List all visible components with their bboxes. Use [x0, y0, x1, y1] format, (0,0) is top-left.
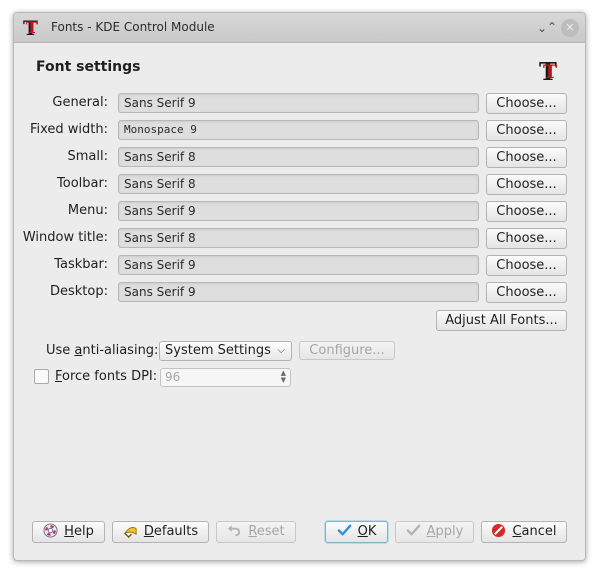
font-label-fixed-width: Fixed width:: [29, 122, 108, 137]
font-row-small: Small: Sans Serif 8 Choose...: [14, 147, 585, 168]
force-dpi-checkbox[interactable]: [34, 369, 49, 384]
help-label: elp: [73, 524, 94, 539]
ok-label: K: [367, 524, 377, 539]
font-label-desktop: Desktop:: [50, 284, 108, 299]
font-row-menu: Menu: Sans Serif 9 Choose...: [14, 201, 585, 222]
font-label-menu: Menu:: [67, 203, 108, 218]
antialiasing-label: Use anti-aliasing:: [46, 341, 158, 361]
defaults-button[interactable]: Defaults: [112, 521, 209, 543]
kde-window: T T Fonts - KDE Control Module ⌄ ⌃ ✕ Fon…: [13, 12, 586, 561]
font-row-fixed-width: Fixed width: Monospace 9 Choose...: [14, 120, 585, 141]
reset-label: eset: [256, 524, 285, 539]
font-field-small[interactable]: Sans Serif 8: [118, 147, 479, 167]
fonts-logo-icon: T T: [539, 57, 557, 83]
configure-button[interactable]: Configure...: [299, 341, 395, 360]
apply-button[interactable]: Apply: [395, 521, 474, 543]
svg-text:T: T: [26, 18, 38, 37]
font-label-toolbar: Toolbar:: [57, 176, 108, 191]
antialiasing-label-start: Use: [46, 343, 75, 358]
adjust-all-fonts-button[interactable]: Adjust All Fonts...: [436, 310, 567, 331]
close-icon[interactable]: ✕: [561, 19, 579, 37]
help-icon: [43, 523, 58, 538]
font-field-fixed-width[interactable]: Monospace 9: [118, 120, 479, 140]
checkmark-icon: [406, 524, 420, 536]
font-field-menu[interactable]: Sans Serif 9: [118, 201, 479, 221]
font-row-general: General: Sans Serif 9 Choose...: [14, 93, 585, 114]
choose-desktop-button[interactable]: Choose...: [486, 282, 567, 303]
font-label-taskbar: Taskbar:: [54, 257, 108, 272]
font-label-general: General:: [52, 95, 108, 110]
cancel-button[interactable]: Cancel: [481, 521, 567, 543]
font-field-toolbar[interactable]: Sans Serif 8: [118, 174, 479, 194]
font-field-general[interactable]: Sans Serif 9: [118, 93, 479, 113]
cancel-mnemonic: C: [512, 524, 522, 539]
title-bar[interactable]: T T Fonts - KDE Control Module ⌄ ⌃ ✕: [14, 13, 585, 43]
chevron-down-icon: ⌵: [277, 345, 285, 356]
maximize-icon[interactable]: ⌃: [543, 18, 561, 36]
apply-mnemonic: A: [426, 524, 436, 539]
ok-mnemonic: O: [357, 524, 368, 539]
antialiasing-label-end: nti-aliasing:: [82, 343, 159, 358]
choose-menu-button[interactable]: Choose...: [486, 201, 567, 222]
help-mnemonic: H: [64, 524, 74, 539]
choose-toolbar-button[interactable]: Choose...: [486, 174, 567, 195]
choose-small-button[interactable]: Choose...: [486, 147, 567, 168]
ok-button[interactable]: OK: [325, 521, 388, 543]
dpi-value: 96: [165, 370, 181, 384]
antialiasing-selected-value: System Settings: [165, 343, 271, 358]
reset-button[interactable]: Reset: [216, 521, 296, 543]
font-field-window-title[interactable]: Sans Serif 8: [118, 228, 479, 248]
cancel-icon: [492, 523, 506, 538]
checkmark-icon: [337, 524, 351, 536]
svg-text:T: T: [543, 61, 557, 83]
font-row-taskbar: Taskbar: Sans Serif 9 Choose...: [14, 255, 585, 276]
choose-general-button[interactable]: Choose...: [486, 93, 567, 114]
force-dpi-label: Force fonts DPI:: [55, 367, 157, 387]
cancel-label: ancel: [521, 524, 557, 539]
font-row-desktop: Desktop: Sans Serif 9 Choose...: [14, 282, 585, 303]
dpi-spinbox[interactable]: 96 ▲ ▼: [160, 368, 291, 387]
font-row-toolbar: Toolbar: Sans Serif 8 Choose...: [14, 174, 585, 195]
reset-mnemonic: R: [248, 524, 257, 539]
defaults-mnemonic: D: [143, 524, 154, 539]
font-row-window-title: Window title: Sans Serif 8 Choose...: [14, 228, 585, 249]
choose-taskbar-button[interactable]: Choose...: [486, 255, 567, 276]
defaults-icon: [123, 527, 137, 538]
choose-window-title-button[interactable]: Choose...: [486, 228, 567, 249]
window-title: Fonts - KDE Control Module: [51, 20, 215, 34]
force-dpi-label-rest: orce fonts DPI:: [62, 369, 158, 384]
force-dpi-label-mnemonic: F: [55, 369, 63, 384]
font-field-taskbar[interactable]: Sans Serif 9: [118, 255, 479, 275]
apply-label: pply: [435, 524, 464, 539]
antialiasing-select[interactable]: System Settings ⌵: [159, 341, 292, 361]
help-button[interactable]: Help: [32, 521, 105, 543]
page-title: Font settings: [36, 59, 141, 75]
font-label-window-title: Window title:: [22, 230, 108, 245]
fonts-app-icon[interactable]: T T: [22, 16, 44, 38]
font-label-small: Small:: [67, 149, 109, 164]
choose-fixed-width-button[interactable]: Choose...: [486, 120, 567, 141]
defaults-label: efaults: [153, 524, 199, 539]
font-field-desktop[interactable]: Sans Serif 9: [118, 282, 479, 302]
spin-arrows-icon[interactable]: ▲ ▼: [281, 370, 286, 384]
undo-icon: [228, 525, 241, 537]
